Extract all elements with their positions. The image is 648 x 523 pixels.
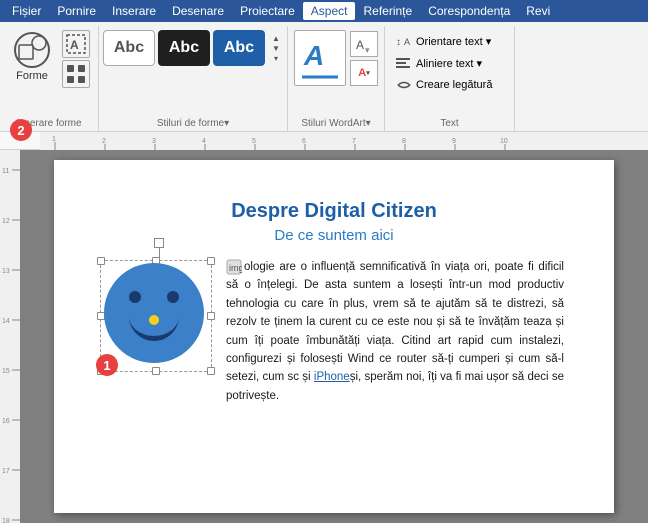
inserare-forme-group: Forme A bbox=[0, 26, 99, 131]
menu-pornire[interactable]: Pornire bbox=[49, 2, 104, 20]
svg-text:18: 18 bbox=[2, 518, 10, 523]
wordart-button[interactable]: A bbox=[294, 30, 346, 86]
badge-2: 2 bbox=[10, 119, 32, 141]
svg-text:4: 4 bbox=[202, 138, 206, 145]
smiley-face bbox=[104, 263, 204, 363]
svg-text:9: 9 bbox=[452, 138, 456, 145]
svg-text:3: 3 bbox=[152, 138, 156, 145]
svg-text:5: 5 bbox=[252, 138, 256, 145]
shapes-grid-button[interactable] bbox=[62, 60, 90, 88]
svg-text:7: 7 bbox=[352, 138, 356, 145]
svg-text:13: 13 bbox=[2, 268, 10, 275]
svg-text:11: 11 bbox=[2, 168, 9, 175]
page-container: Despre Digital Citizen De ce suntem aici bbox=[20, 150, 648, 523]
wordart-fill-btn[interactable]: A▾ bbox=[350, 60, 378, 86]
svg-text:8: 8 bbox=[402, 138, 406, 145]
svg-text:17: 17 bbox=[2, 468, 10, 475]
style-black[interactable]: Abc bbox=[158, 30, 210, 66]
menu-aspect[interactable]: Aspect bbox=[303, 2, 356, 20]
handle-tr[interactable] bbox=[207, 257, 215, 265]
svg-text:12: 12 bbox=[2, 218, 10, 225]
text-box-button[interactable]: A bbox=[62, 30, 90, 58]
menu-bar: Fișier Pornire Inserare Desenare Proiect… bbox=[0, 0, 648, 22]
iphone-link[interactable]: iPhone bbox=[314, 371, 350, 383]
page-body: 1 imgologie are o influență semnificativ… bbox=[104, 258, 564, 405]
svg-text:A: A bbox=[356, 38, 364, 52]
stiluri-wordart-group: A A ▾ A▾ Stiluri WordArt ▾ bbox=[288, 26, 385, 131]
stiluri-expand[interactable]: ▾ bbox=[269, 54, 283, 63]
stiluri-scroll-up[interactable]: ▲ bbox=[269, 34, 283, 43]
style-white[interactable]: Abc bbox=[103, 30, 155, 66]
stiluri-scroll-down[interactable]: ▼ bbox=[269, 44, 283, 53]
wordart-expand-icon[interactable]: ▾ bbox=[366, 118, 371, 129]
wordart-dropdown: A ▾ A▾ bbox=[350, 31, 378, 86]
page-subtitle: De ce suntem aici bbox=[104, 227, 564, 244]
style-blue[interactable]: Abc bbox=[213, 30, 265, 66]
svg-text:▾: ▾ bbox=[365, 45, 370, 55]
menu-proiectare[interactable]: Proiectare bbox=[232, 2, 303, 20]
stiluri-wordart-label: Stiluri WordArt bbox=[301, 118, 365, 129]
document-page: Despre Digital Citizen De ce suntem aici bbox=[54, 160, 614, 513]
svg-text:1: 1 bbox=[52, 136, 56, 143]
text-label: Text bbox=[440, 118, 458, 129]
orientare-text-btn[interactable]: ↕ A Orientare text ▾ bbox=[393, 32, 506, 50]
aliniere-icon bbox=[396, 56, 412, 70]
stiluri-forme-row: Abc Abc Abc ▲ ▼ ▾ bbox=[103, 30, 283, 66]
legatura-icon bbox=[396, 78, 412, 92]
badge-1: 1 bbox=[96, 354, 118, 376]
svg-text:A: A bbox=[303, 40, 324, 71]
menu-revi[interactable]: Revi bbox=[518, 2, 558, 20]
stiluri-forme-group: Abc Abc Abc ▲ ▼ ▾ Stiluri de forme ▾ bbox=[99, 26, 288, 131]
menu-fisier[interactable]: Fișier bbox=[4, 2, 49, 20]
svg-text:2: 2 bbox=[102, 138, 106, 145]
forme-side-buttons: A bbox=[62, 30, 90, 88]
svg-text:img: img bbox=[229, 263, 242, 273]
handle-bc[interactable] bbox=[152, 367, 160, 375]
smiley-eye-right bbox=[167, 291, 179, 303]
text-group: ↕ A Orientare text ▾ Aliniere text ▾ C bbox=[385, 26, 515, 131]
handle-br[interactable] bbox=[207, 367, 215, 375]
content-area: 11 12 13 14 15 16 17 18 Despre Digital C… bbox=[0, 150, 648, 523]
stiluri-forme-label-text: Stiluri de forme bbox=[157, 118, 224, 129]
svg-text:15: 15 bbox=[2, 368, 10, 375]
smiley-eye-left bbox=[129, 291, 141, 303]
rotate-handle[interactable] bbox=[154, 238, 164, 258]
handle-mr[interactable] bbox=[207, 312, 215, 320]
svg-text:6: 6 bbox=[302, 138, 306, 145]
svg-text:10: 10 bbox=[500, 138, 508, 145]
text-group-label: Text bbox=[385, 118, 514, 129]
forme-shape-icon bbox=[14, 32, 50, 68]
vertical-ruler: 11 12 13 14 15 16 17 18 bbox=[0, 150, 20, 523]
menu-inserare[interactable]: Inserare bbox=[104, 2, 164, 20]
horizontal-ruler: 1 2 3 4 5 6 7 8 9 10 bbox=[40, 132, 648, 150]
menu-corespondenta[interactable]: Corespondența bbox=[420, 2, 518, 20]
svg-text:14: 14 bbox=[2, 318, 10, 325]
wordart-controls: A A ▾ A▾ bbox=[294, 30, 378, 86]
forme-label: Forme bbox=[16, 70, 48, 82]
stiluri-wordart-label-bar: Stiluri WordArt ▾ bbox=[288, 118, 384, 129]
aliniere-text-btn[interactable]: Aliniere text ▾ bbox=[393, 54, 506, 72]
forme-button[interactable]: Forme bbox=[8, 30, 56, 84]
wordart-text-effect-btn[interactable]: A ▾ bbox=[350, 31, 378, 57]
svg-text:A: A bbox=[404, 37, 410, 47]
ruler-area: 1 2 3 4 5 6 7 8 9 10 bbox=[0, 132, 648, 150]
smiley-mouth bbox=[129, 316, 179, 341]
stiluri-forme-expand-icon[interactable]: ▾ bbox=[224, 118, 229, 129]
handle-tl[interactable] bbox=[97, 257, 105, 265]
ribbon: Forme A bbox=[0, 22, 648, 132]
svg-text:↕: ↕ bbox=[396, 37, 401, 48]
menu-referinte[interactable]: Referințe bbox=[355, 2, 420, 20]
page-text: imgologie are o influență semnificativă … bbox=[226, 258, 564, 405]
svg-text:A: A bbox=[70, 38, 79, 52]
menu-desenare[interactable]: Desenare bbox=[164, 2, 232, 20]
orientare-icon: ↕ A bbox=[396, 34, 412, 48]
text-group-items: ↕ A Orientare text ▾ Aliniere text ▾ C bbox=[393, 32, 506, 94]
inserare-inner: Forme A bbox=[8, 30, 90, 88]
page-image-container[interactable]: 1 bbox=[104, 258, 214, 368]
page-title: Despre Digital Citizen bbox=[104, 200, 564, 223]
creare-legatura-btn[interactable]: Creare legătură bbox=[393, 76, 506, 94]
stiluri-forme-label-bar: Stiluri de forme ▾ bbox=[99, 118, 287, 129]
svg-text:16: 16 bbox=[2, 418, 10, 425]
